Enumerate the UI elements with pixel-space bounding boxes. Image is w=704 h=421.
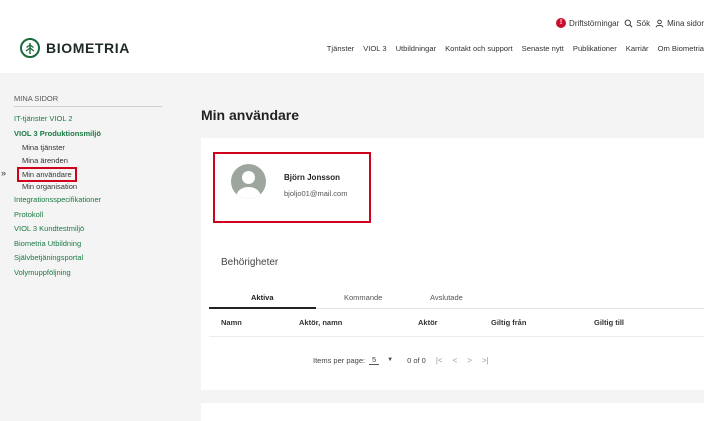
- column-header-aktor-namn[interactable]: Aktör, namn: [299, 318, 342, 327]
- column-header-namn[interactable]: Namn: [221, 318, 242, 327]
- sidebar-item-label: Min användare: [17, 167, 77, 182]
- sidebar-item-biometria-utbildning[interactable]: Biometria Utbildning: [14, 237, 162, 252]
- nav-item-viol3[interactable]: VIOL 3: [363, 44, 386, 53]
- previous-page-icon[interactable]: <: [453, 356, 458, 365]
- items-per-page-label: Items per page:: [313, 355, 366, 365]
- search-link[interactable]: Sök: [624, 19, 650, 28]
- permissions-tabs: Aktiva Kommande Avslutade: [209, 290, 704, 309]
- nav-item-om-biometria[interactable]: Om Biometria: [658, 44, 704, 53]
- sidebar-item-mina-tjanster[interactable]: Mina tjänster: [14, 141, 162, 154]
- current-page-arrow-icon: »: [1, 168, 7, 178]
- utility-bar: ! Driftstörningar Sök Mina sidor: [556, 16, 704, 30]
- paginator: Items per page: 5 ▼ 0 of 0 |< < > >|: [313, 355, 489, 365]
- tab-aktiva[interactable]: Aktiva: [251, 293, 274, 302]
- sidebar-item-mina-arenden[interactable]: Mina ärenden: [14, 154, 162, 167]
- last-page-icon[interactable]: >|: [482, 356, 489, 365]
- page-title: Min användare: [201, 107, 300, 123]
- alert-icon: !: [556, 18, 567, 28]
- sidebar-item-protokoll[interactable]: Protokoll: [14, 208, 162, 223]
- sidebar-item-viol3-produktionsmiljo[interactable]: VIOL 3 Produktionsmiljö: [14, 127, 162, 142]
- sidebar-item-sjalvbetjaningsportal[interactable]: Självbetjäningsportal: [14, 251, 162, 266]
- my-pages-label: Mina sidor: [667, 18, 704, 28]
- column-header-giltig-fran[interactable]: Giltig från: [491, 318, 526, 327]
- user-email: bjoljo01@mail.com: [284, 189, 348, 198]
- sidebar-item-viol3-kundtestmiljo[interactable]: VIOL 3 Kundtestmiljö: [14, 222, 162, 237]
- my-pages-link[interactable]: Mina sidor: [655, 19, 704, 28]
- search-icon: [624, 19, 633, 28]
- sidebar-item-volymuppfoljning[interactable]: Volymuppföljning: [14, 266, 162, 281]
- first-page-icon[interactable]: |<: [436, 356, 443, 365]
- site-logo[interactable]: BIOMETRIA: [20, 38, 130, 58]
- chevron-down-icon[interactable]: ▼: [387, 357, 393, 363]
- tab-kommande[interactable]: Kommande: [344, 293, 382, 302]
- search-label: Sök: [636, 18, 651, 28]
- sidebar-item-integrationsspecifikationer[interactable]: Integrationsspecifikationer: [14, 193, 162, 208]
- nav-item-senaste-nytt[interactable]: Senaste nytt: [522, 44, 564, 53]
- sidebar-item-min-anvandare[interactable]: » Min användare: [1, 167, 162, 182]
- nav-item-utbildningar[interactable]: Utbildningar: [396, 44, 437, 53]
- tab-avslutade[interactable]: Avslutade: [430, 293, 463, 302]
- profile-summary: Björn Jonsson bjoljo01@mail.com: [213, 152, 371, 223]
- items-per-page-select[interactable]: 5: [369, 355, 380, 365]
- table-header-divider: [209, 336, 704, 337]
- logo-text: BIOMETRIA: [46, 40, 130, 56]
- permissions-title: Behörigheter: [221, 257, 279, 268]
- user-name: Björn Jonsson: [284, 173, 341, 182]
- main-nav: Tjänster VIOL 3 Utbildningar Kontakt och…: [327, 44, 704, 53]
- avatar-icon: [231, 164, 266, 199]
- nav-item-tjanster[interactable]: Tjänster: [327, 44, 354, 53]
- active-tab-indicator: [209, 307, 316, 309]
- secondary-card: [201, 403, 704, 421]
- sidebar: MINA SIDOR IT-tjänster VIOL 2 VIOL 3 Pro…: [1, 94, 162, 281]
- page-range: 0 of 0: [407, 355, 426, 365]
- disturbances-label: Driftstörningar: [569, 18, 620, 28]
- nav-item-karriar[interactable]: Karriär: [626, 44, 649, 53]
- sidebar-item-it-tjanster-viol2[interactable]: IT-tjänster VIOL 2: [14, 112, 162, 127]
- user-icon: [655, 19, 664, 28]
- column-header-aktor[interactable]: Aktör: [418, 318, 438, 327]
- user-card: Björn Jonsson bjoljo01@mail.com Behörigh…: [201, 138, 704, 390]
- nav-item-publikationer[interactable]: Publikationer: [573, 44, 617, 53]
- sidebar-heading: MINA SIDOR: [14, 94, 162, 107]
- permissions-table-header: Namn Aktör, namn Aktör Giltig från Gilti…: [221, 318, 704, 334]
- next-page-icon[interactable]: >: [467, 356, 472, 365]
- biometria-logo-icon: [20, 38, 40, 58]
- column-header-giltig-till[interactable]: Giltig till: [594, 318, 624, 327]
- disturbances-link[interactable]: ! Driftstörningar: [556, 18, 619, 28]
- nav-item-kontakt[interactable]: Kontakt och support: [445, 44, 513, 53]
